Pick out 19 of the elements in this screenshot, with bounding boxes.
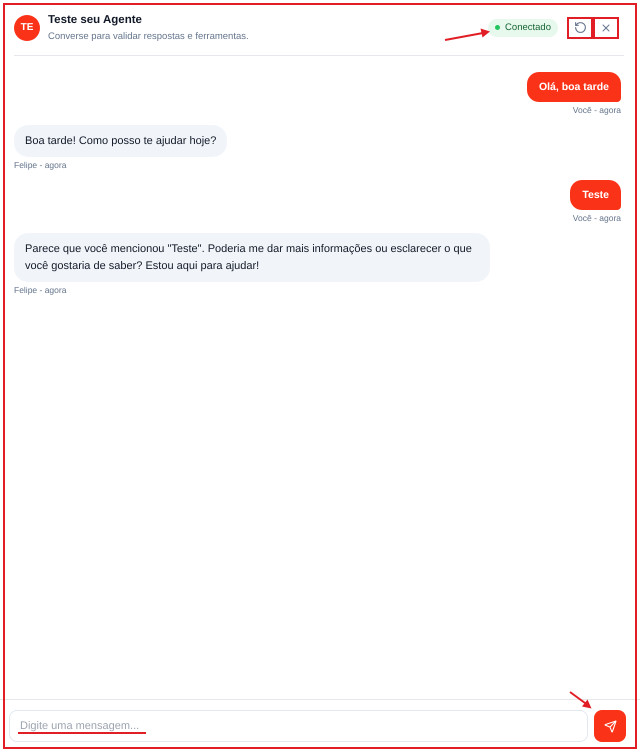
close-icon bbox=[600, 22, 612, 34]
agent-message: Boa tarde! Como posso te ajudar hoje? bbox=[14, 125, 228, 157]
annotation-arrow bbox=[444, 27, 491, 42]
message-meta: Você - agora bbox=[572, 213, 621, 224]
message-input[interactable]: Digite uma mensagem... bbox=[9, 710, 588, 742]
message-meta: Você - agora bbox=[572, 105, 621, 116]
message-meta: Felipe - agora bbox=[14, 285, 66, 296]
connection-status: Conectado bbox=[488, 18, 558, 36]
message-meta: Felipe - agora bbox=[14, 160, 66, 171]
avatar: TE bbox=[14, 14, 40, 40]
user-message: Teste bbox=[570, 180, 621, 210]
chat-subtitle: Converse para validar respostas e ferramentas. bbox=[48, 30, 249, 42]
refresh-icon bbox=[574, 21, 586, 34]
send-icon bbox=[604, 720, 616, 732]
agent-message: Parece que você mencionou "Teste". Poderia me dar mais informações ou esclarecer o que você gostaria de saber? Estou aqui para ajudar! bbox=[14, 233, 490, 282]
user-message: Olá, boa tarde bbox=[526, 72, 621, 102]
annotation-arrow bbox=[569, 691, 592, 709]
send-button[interactable] bbox=[594, 710, 626, 742]
chat-title: Teste seu Agente bbox=[48, 12, 142, 26]
